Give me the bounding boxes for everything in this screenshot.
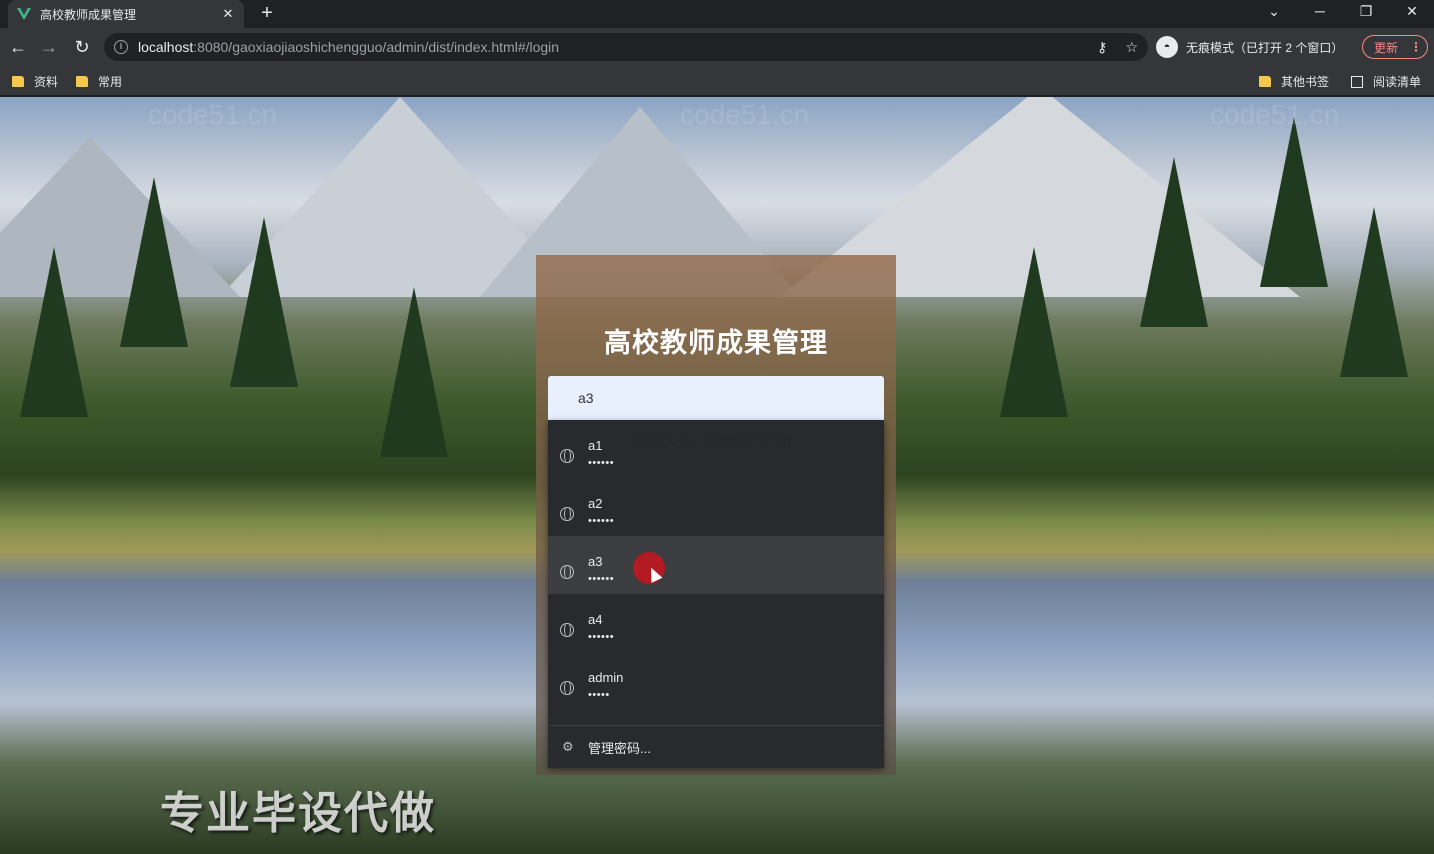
autofill-username: a2 — [588, 496, 603, 511]
tree-shape — [120, 177, 188, 347]
manage-passwords-option[interactable]: ⚙ 管理密码... — [548, 726, 884, 768]
tree-shape — [1140, 157, 1208, 327]
bookmark-label: 其他书签 — [1281, 75, 1330, 89]
tab-strip: 高校教师成果管理 ✕ + ⌄ ─ ❐ ✕ — [0, 0, 1434, 28]
tree-shape — [20, 247, 88, 417]
autofill-masked-password: •••••• — [588, 573, 615, 585]
address-bar[interactable]: i localhost:8080/gaoxiaojiaoshichengguo/… — [104, 33, 1148, 61]
back-arrow-icon[interactable]: ← — [5, 34, 31, 60]
tree-shape — [1340, 207, 1408, 377]
autofill-username: a4 — [588, 612, 603, 627]
autofill-username: a1 — [588, 438, 603, 453]
manage-passwords-label: 管理密码... — [588, 740, 651, 756]
password-autofill-dropdown: a1 •••••• a2 •••••• a3 •••••• a4 •••••• … — [548, 420, 884, 768]
autofill-masked-password: •••••• — [588, 457, 615, 469]
close-tab-icon[interactable]: ✕ — [220, 6, 236, 22]
menu-dots-icon: ⋮ — [1410, 40, 1423, 54]
autofill-option-a4[interactable]: a4 •••••• — [548, 594, 884, 652]
globe-icon — [560, 622, 574, 637]
autofill-username: admin — [588, 670, 624, 685]
reading-list-label: 阅读清单 — [1373, 75, 1422, 89]
incognito-indicator[interactable]: ◓ 无痕模式（已打开 2 个窗口） — [1156, 36, 1343, 58]
key-icon[interactable]: ⚷ — [1097, 39, 1107, 56]
bookmark-star-icon[interactable]: ☆ — [1125, 39, 1138, 56]
window-close-icon[interactable]: ✕ — [1392, 0, 1432, 24]
bookmarks-bar: 资料 常用 其他书签 阅读清单 — [0, 66, 1434, 96]
tab-title: 高校教师成果管理 — [40, 7, 137, 22]
bookmark-label: 资料 — [34, 75, 59, 89]
background-watermark: code51.cn — [1210, 99, 1340, 130]
globe-icon — [560, 564, 574, 579]
minimize-icon[interactable]: ─ — [1300, 0, 1340, 24]
new-tab-button[interactable]: + — [256, 2, 278, 24]
incognito-icon: ◓ — [1156, 36, 1178, 58]
active-tab[interactable]: 高校教师成果管理 ✕ — [8, 0, 244, 28]
vue-logo-icon — [17, 8, 31, 20]
tree-shape — [1000, 247, 1068, 417]
autofill-masked-password: •••••• — [588, 515, 615, 527]
autofill-option-admin[interactable]: admin ••••• — [548, 652, 884, 710]
gear-icon: ⚙ — [562, 739, 574, 754]
autofill-option-a3[interactable]: a3 •••••• — [548, 536, 884, 594]
autofill-option-a2[interactable]: a2 •••••• — [548, 478, 884, 536]
site-watermark: 源码久久-code99.top — [632, 432, 792, 450]
url-text[interactable]: localhost:8080/gaoxiaojiaoshichengguo/ad… — [138, 39, 559, 55]
folder-icon — [1259, 76, 1271, 87]
site-info-icon[interactable]: i — [114, 40, 128, 54]
reload-icon[interactable]: ↻ — [69, 34, 95, 60]
tree-shape — [380, 287, 448, 457]
browser-toolbar: ← → ↻ i localhost:8080/gaoxiaojiaoshiche… — [0, 28, 1434, 66]
system-title: 高校教师成果管理 — [604, 328, 828, 358]
folder-icon — [76, 76, 88, 87]
reading-list-icon — [1351, 75, 1363, 88]
background-watermark: code51.cn — [680, 99, 810, 130]
bookmark-label: 常用 — [98, 75, 123, 89]
tree-shape — [230, 217, 298, 387]
incognito-label: 无痕模式（已打开 2 个窗口） — [1186, 40, 1344, 55]
update-label: 更新 — [1374, 40, 1399, 55]
background-watermark: code51.cn — [148, 99, 278, 130]
restore-icon[interactable]: ❐ — [1346, 0, 1386, 24]
folder-icon — [12, 76, 24, 87]
username-input[interactable] — [548, 376, 884, 420]
reading-list-button[interactable]: 阅读清单 — [1351, 73, 1421, 90]
update-button[interactable]: 更新 ⋮ — [1362, 35, 1428, 59]
autofill-masked-password: •••••• — [588, 631, 615, 643]
tree-shape — [1260, 117, 1328, 287]
globe-icon — [560, 680, 574, 695]
login-page-background: code51.cn code51.cn code51.cn 高校教师成果管理 a… — [0, 97, 1434, 854]
promo-watermark: 专业毕设代做 — [160, 789, 436, 838]
forward-arrow-icon[interactable]: → — [36, 34, 62, 60]
autofill-masked-password: ••••• — [588, 689, 610, 701]
bookmark-folder-other[interactable]: 其他书签 — [1259, 73, 1329, 90]
bookmark-folder-ziliao[interactable]: 资料 — [12, 73, 58, 90]
globe-icon — [560, 506, 574, 521]
globe-icon — [560, 448, 574, 463]
chevron-down-icon[interactable]: ⌄ — [1254, 0, 1294, 24]
autofill-username: a3 — [588, 554, 603, 569]
bookmark-folder-changyong[interactable]: 常用 — [76, 73, 122, 90]
